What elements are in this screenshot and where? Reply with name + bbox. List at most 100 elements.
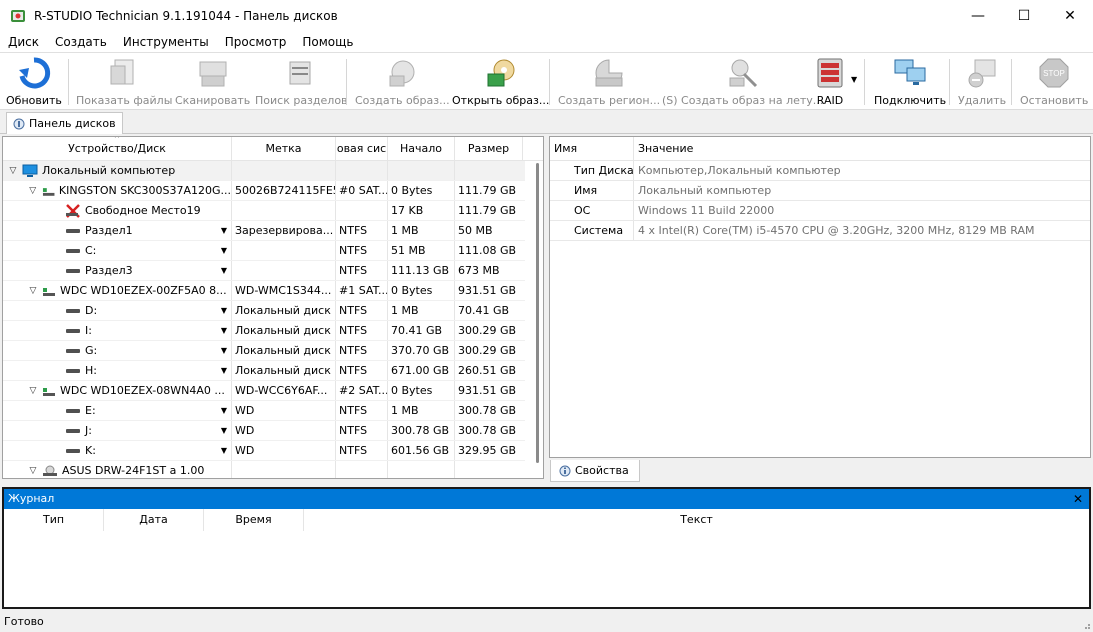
hdd-icon <box>42 187 54 196</box>
property-row[interactable]: ОС Windows 11 Build 22000 <box>550 201 1090 221</box>
minimize-button[interactable]: — <box>955 0 1001 32</box>
create-image-icon <box>389 60 415 87</box>
col-name[interactable]: Имя <box>550 137 634 160</box>
hdd-icon <box>43 287 55 296</box>
journal-header: Тип Дата Время Текст <box>4 509 1089 531</box>
status-text: Готово <box>4 615 44 628</box>
col-value[interactable]: Значение <box>634 137 693 160</box>
partition-icon <box>66 368 80 373</box>
show-files-button[interactable]: Показать файлы <box>76 56 172 108</box>
properties-panel: Имя Значение Тип Диска Компьютер,Локальн… <box>549 136 1091 458</box>
tab-strip: Панель дисков <box>0 110 1093 134</box>
col-size[interactable]: Размер <box>455 137 523 161</box>
menu-disk[interactable]: Диск <box>0 35 47 49</box>
row-dropdown-arrow-icon[interactable]: ▼ <box>221 401 227 420</box>
row-dropdown-arrow-icon[interactable]: ▼ <box>221 341 227 360</box>
table-row[interactable]: ▽ WDC WD10EZEX-00ZF5A0 8... WD-WMC1S344.… <box>3 281 525 301</box>
open-image-button[interactable]: Открыть образ... <box>452 56 549 108</box>
row-dropdown-arrow-icon[interactable]: ▼ <box>221 361 227 380</box>
raid-button[interactable]: RAID <box>813 56 847 108</box>
show-files-icon <box>110 59 134 85</box>
properties-icon <box>559 465 571 476</box>
table-row[interactable]: E: ▼ WD NTFS 1 MB 300.78 GB <box>3 401 525 421</box>
vertical-scrollbar[interactable] <box>533 161 543 478</box>
create-region-button[interactable]: Создать регион... <box>558 56 660 108</box>
scan-button[interactable]: Сканировать <box>175 56 250 108</box>
toolbar: Обновить Показать файлы Сканировать Поис… <box>0 52 1093 110</box>
row-dropdown-arrow-icon[interactable]: ▼ <box>221 241 227 260</box>
col-start[interactable]: Начало <box>388 137 455 161</box>
table-row[interactable]: ▽ Локальный компьютер <box>3 161 525 181</box>
table-row[interactable]: ▽ ASUS DRW-24F1ST a 1.00 <box>3 461 525 478</box>
partition-icon <box>66 428 80 433</box>
connect-button[interactable]: Подключить <box>874 56 946 108</box>
computer-icon <box>22 164 38 177</box>
collapse-chevron-icon[interactable]: ▽ <box>7 161 19 180</box>
table-row[interactable]: H: ▼ Локальный диск NTFS 671.00 GB 260.5… <box>3 361 525 381</box>
table-row[interactable]: J: ▼ WD NTFS 300.78 GB 300.78 GB <box>3 421 525 441</box>
find-partitions-button[interactable]: Поиск разделов <box>255 56 348 108</box>
row-dropdown-arrow-icon[interactable]: ▼ <box>221 261 227 280</box>
window-title: R-STUDIO Technician 9.1.191044 - Панель … <box>34 9 338 23</box>
collapse-chevron-icon[interactable]: ▽ <box>27 281 39 300</box>
collapse-chevron-icon[interactable]: ▽ <box>27 181 39 200</box>
col-text[interactable]: Текст <box>304 509 1089 531</box>
partition-icon <box>66 448 80 453</box>
row-dropdown-arrow-icon[interactable]: ▼ <box>221 321 227 340</box>
menu-tools[interactable]: Инструменты <box>115 35 217 49</box>
journal-close-button[interactable]: ✕ <box>1073 489 1083 509</box>
table-row[interactable]: ▽ KINGSTON SKC300S37A120G... 50026B72411… <box>3 181 525 201</box>
menu-help[interactable]: Помощь <box>294 35 361 49</box>
disk-table-header: Устройство/Диск Метка овая сис Начало Ра… <box>3 137 543 161</box>
menu-view[interactable]: Просмотр <box>217 35 295 49</box>
row-dropdown-arrow-icon[interactable]: ▼ <box>221 301 227 320</box>
collapse-chevron-icon[interactable]: ▽ <box>27 461 39 478</box>
tab-properties[interactable]: Свойства <box>550 460 640 482</box>
menu-create[interactable]: Создать <box>47 35 115 49</box>
col-fs[interactable]: овая сис <box>336 137 388 161</box>
property-row[interactable]: Тип Диска Компьютер,Локальный компьютер <box>550 161 1090 181</box>
col-type[interactable]: Тип <box>4 509 104 531</box>
property-row[interactable]: Имя Локальный компьютер <box>550 181 1090 201</box>
property-row[interactable]: Система 4 x Intel(R) Core(TM) i5-4570 CP… <box>550 221 1090 241</box>
row-dropdown-arrow-icon[interactable]: ▼ <box>221 221 227 240</box>
col-time[interactable]: Время <box>204 509 304 531</box>
col-label[interactable]: Метка <box>232 137 336 161</box>
maximize-button[interactable]: ☐ <box>1001 0 1047 32</box>
partition-icon <box>66 328 80 333</box>
menu-bar: Диск Создать Инструменты Просмотр Помощь <box>0 32 1093 52</box>
raid-dropdown-arrow[interactable]: ▼ <box>851 75 857 84</box>
delete-button[interactable]: Удалить <box>958 56 1006 108</box>
partition-icon <box>66 228 80 233</box>
table-row[interactable]: C: ▼ NTFS 51 MB 111.08 GB <box>3 241 525 261</box>
tab-disk-panel[interactable]: Панель дисков <box>6 112 123 134</box>
sort-indicator: ^ <box>114 136 120 143</box>
table-row[interactable]: ▽ WDC WD10EZEX-08WN4A0 ... WD-WCC6Y6AF..… <box>3 381 525 401</box>
table-row[interactable]: I: ▼ Локальный диск NTFS 70.41 GB 300.29… <box>3 321 525 341</box>
table-row[interactable]: G: ▼ Локальный диск NTFS 370.70 GB 300.2… <box>3 341 525 361</box>
collapse-chevron-icon[interactable]: ▽ <box>27 381 39 400</box>
disk-panel-icon <box>13 118 25 129</box>
table-row[interactable]: D: ▼ Локальный диск NTFS 1 MB 70.41 GB <box>3 301 525 321</box>
journal-panel: Журнал ✕ Тип Дата Время Текст <box>2 487 1091 609</box>
partition-icon <box>66 408 80 413</box>
refresh-button[interactable]: Обновить <box>6 56 62 108</box>
close-button[interactable]: ✕ <box>1047 0 1093 32</box>
resize-grip-icon[interactable] <box>1081 620 1091 630</box>
table-row[interactable]: K: ▼ WD NTFS 601.56 GB 329.95 GB <box>3 441 525 461</box>
table-row[interactable]: Раздел1 ▼ Зарезервирова... NTFS 1 MB 50 … <box>3 221 525 241</box>
create-image-on-fly-button[interactable]: (S) Создать образ на лету... <box>662 56 823 108</box>
table-row[interactable]: Свободное Место19 17 KB 111.79 GB <box>3 201 525 221</box>
partition-icon <box>66 348 80 353</box>
create-image-button[interactable]: Создать образ... <box>355 56 450 108</box>
col-date[interactable]: Дата <box>104 509 204 531</box>
scrollbar-thumb[interactable] <box>536 163 539 463</box>
row-dropdown-arrow-icon[interactable]: ▼ <box>221 441 227 460</box>
row-dropdown-arrow-icon[interactable]: ▼ <box>221 421 227 440</box>
title-bar: R-STUDIO Technician 9.1.191044 - Панель … <box>0 0 1093 32</box>
r-studio-app-icon <box>11 10 25 22</box>
table-row[interactable]: Раздел3 ▼ NTFS 111.13 GB 673 MB <box>3 261 525 281</box>
stop-button[interactable]: STOP Остановить <box>1020 56 1088 108</box>
free-space-x-icon <box>66 203 80 218</box>
raid-icon <box>817 58 843 88</box>
